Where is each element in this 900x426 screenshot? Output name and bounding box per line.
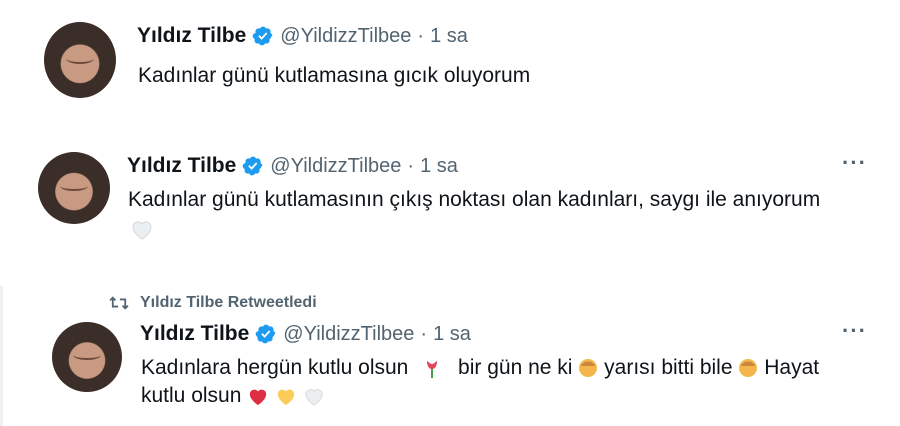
more-options-icon[interactable]: ··· (842, 150, 867, 176)
tweet-text-line-2: kutlu olsun (141, 384, 325, 408)
tulip-emoji-icon (427, 361, 438, 379)
author-handle[interactable]: @YildizzTilbee (283, 323, 414, 346)
woman-facepalming-emoji-icon (739, 359, 758, 378)
tweet-text-part: yarısı bitti bile (604, 356, 733, 379)
verified-badge-icon (252, 26, 273, 46)
tweet-text-line-1: Kadınlara hergün kutlu olsun bir gün ne … (141, 356, 819, 380)
author-name[interactable]: Yıldız Tilbe (140, 322, 249, 346)
author-name[interactable]: Yıldız Tilbe (137, 24, 246, 48)
tweet-text: Kadınlar günü kutlamasına gıcık oluyorum (138, 64, 531, 87)
tweet-text-part: Hayat (764, 356, 820, 379)
author-name[interactable]: Yıldız Tilbe (127, 154, 236, 178)
author-handle[interactable]: @YildizzTilbee (280, 25, 411, 48)
more-options-icon[interactable]: ··· (842, 318, 867, 344)
tweet-text-part: kutlu olsun (141, 384, 242, 407)
tweet-header: Yıldız Tilbe @YildizzTilbee · 1 sa (127, 154, 458, 178)
tweet-3[interactable]: Yıldız Tilbe @YildizzTilbee · 1 sa ··· K… (0, 310, 900, 426)
avatar[interactable] (38, 152, 110, 224)
avatar[interactable] (44, 22, 116, 98)
tweet-header: Yıldız Tilbe @YildizzTilbee · 1 sa (140, 322, 471, 346)
white-heart-emoji-icon (132, 221, 152, 240)
tweet-text: Kadınlar günü kutlamasının çıkış noktası… (128, 188, 821, 211)
timestamp[interactable]: 1 sa (420, 155, 458, 178)
avatar[interactable] (52, 322, 122, 392)
retweet-icon (109, 296, 129, 310)
red-heart-emoji-icon (250, 390, 267, 406)
tweet-1[interactable]: Yıldız Tilbe @YildizzTilbee · 1 sa Kadın… (0, 0, 900, 130)
timestamp[interactable]: 1 sa (430, 25, 468, 48)
tweet-text-part: bir gün ne ki (458, 356, 573, 379)
separator-dot: · (407, 154, 415, 177)
author-handle[interactable]: @YildizzTilbee (270, 155, 401, 178)
white-heart-emoji-icon (305, 389, 323, 407)
woman-facepalming-emoji-icon (579, 359, 598, 378)
tweet-header: Yıldız Tilbe @YildizzTilbee · 1 sa (137, 24, 468, 48)
yellow-heart-emoji-icon (277, 390, 295, 406)
verified-badge-icon (255, 324, 276, 344)
tweet-2[interactable]: Yıldız Tilbe @YildizzTilbee · 1 sa ··· K… (0, 140, 900, 280)
tweet-text-part: Kadınlara hergün kutlu olsun (141, 356, 409, 379)
timestamp[interactable]: 1 sa (433, 323, 471, 346)
verified-badge-icon (242, 156, 263, 176)
separator-dot: · (420, 322, 428, 345)
separator-dot: · (417, 24, 425, 47)
